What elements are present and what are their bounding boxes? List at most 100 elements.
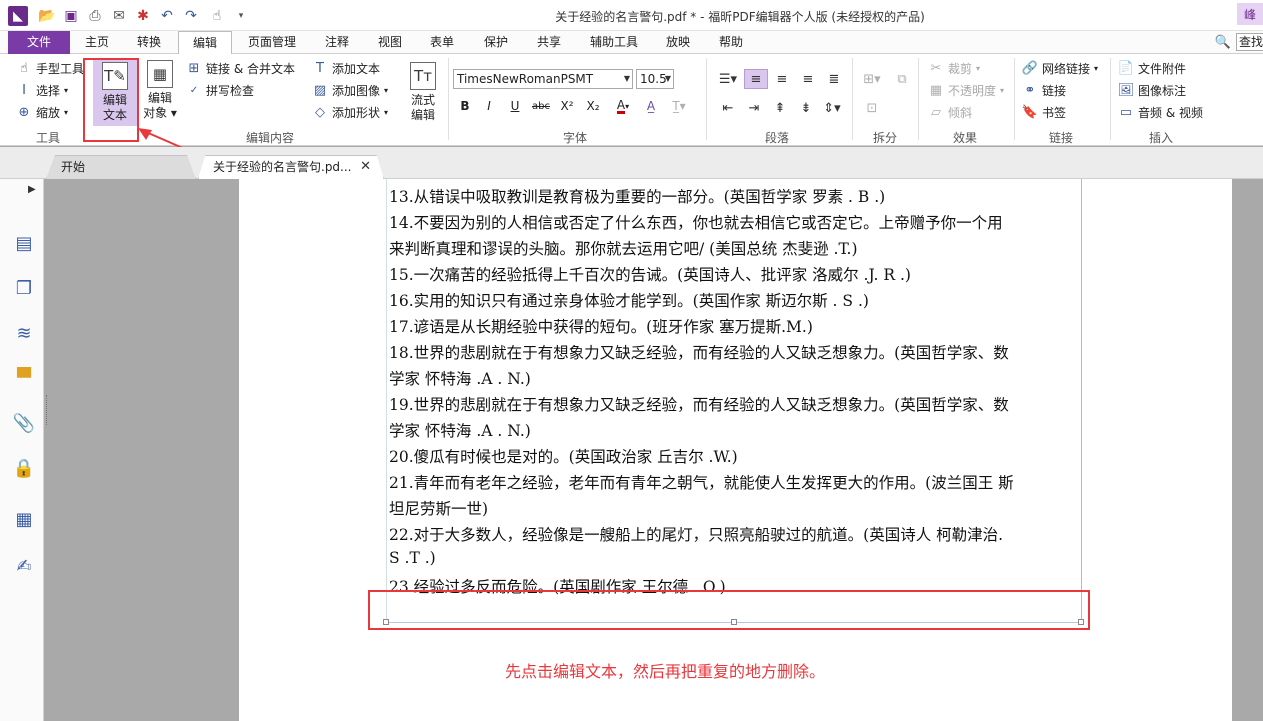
increase-indent-button[interactable]: ⇥: [742, 98, 766, 118]
bullet-list-button[interactable]: ☰▾: [716, 69, 740, 89]
thumbnails-icon[interactable]: ❐: [12, 276, 36, 300]
attachments-icon[interactable]: 📎: [12, 411, 36, 435]
tools-group-label: 工具: [35, 131, 60, 145]
decrease-indent-button[interactable]: ⇤: [716, 98, 740, 118]
comments-icon[interactable]: ▀: [12, 366, 36, 390]
doc-text-line[interactable]: 16.实用的知识只有通过亲身体验才能学到。(英国作家 斯迈尔斯 . S .): [389, 289, 869, 311]
doc-text-line[interactable]: 学家 怀特海 .A . N.): [389, 367, 531, 389]
justify-button[interactable]: ≣: [822, 69, 846, 89]
panel-splitter[interactable]: [46, 395, 49, 425]
font-name-select[interactable]: TimesNewRomanPSMT ▼: [453, 69, 633, 89]
flow-edit-button[interactable]: Tт 流式 编辑: [404, 62, 442, 123]
doc-text-line[interactable]: 17.谚语是从长期经验中获得的短句。(班牙作家 塞万提斯.M.): [389, 315, 813, 337]
spell-check-button[interactable]: ✓ 拼写检查: [186, 82, 254, 99]
character-spacing-button[interactable]: A̲: [640, 96, 662, 116]
hand-tool-button[interactable]: ☝ 手型工具: [16, 60, 84, 77]
doc-text-line[interactable]: 18.世界的悲剧就在于有想象力又缺乏经验，而有经验的人又缺乏想象力。(英国哲学家…: [389, 341, 1009, 363]
paragraph-spacing-after-button[interactable]: ⇟: [794, 98, 818, 118]
ribbon-separator: [1110, 58, 1111, 140]
image-annotation-button[interactable]: 🖼 图像标注: [1118, 82, 1186, 99]
zoom-tool-button[interactable]: ⊕ 缩放 ▾: [16, 104, 68, 121]
doc-text-line[interactable]: 15.一次痛苦的经验抵得上千百次的告诫。(英国诗人、批评家 洛威尔 .J. R …: [389, 263, 911, 285]
italic-button[interactable]: I: [478, 96, 500, 116]
user-badge[interactable]: 峰: [1237, 3, 1263, 25]
link-merge-text-button[interactable]: ⊞ 链接 & 合并文本: [186, 60, 295, 77]
edit-object-button[interactable]: ▦ 编辑 对象 ▾: [140, 60, 180, 121]
doc-text-line[interactable]: S .T .): [389, 549, 436, 567]
underline-button[interactable]: U: [504, 96, 526, 116]
undo-icon[interactable]: ↶: [158, 7, 176, 25]
web-link-button[interactable]: 🔗 网络链接 ▾: [1022, 60, 1098, 77]
tab-current-document[interactable]: 关于经验的名言警句.pd... ✕: [198, 155, 384, 179]
web-link-icon: 🔗: [1021, 61, 1039, 76]
layers-icon[interactable]: ≋: [12, 321, 36, 345]
open-folder-icon[interactable]: 📂: [38, 7, 56, 25]
tab-slideshow[interactable]: 放映: [656, 31, 700, 54]
tab-page-management[interactable]: 页面管理: [240, 31, 304, 54]
signature-icon[interactable]: ✍: [12, 554, 36, 578]
tab-comment[interactable]: 注释: [316, 31, 358, 54]
doc-text-line[interactable]: 来判断真理和谬误的头脑。那你就去运用它吧/ (美国总统 杰斐逊 .T.): [389, 237, 858, 259]
form-fields-icon[interactable]: ▦: [12, 507, 36, 531]
ribbon-separator: [1014, 58, 1015, 140]
print-icon[interactable]: ⎙: [86, 7, 104, 25]
align-left-button[interactable]: ≡: [744, 69, 768, 89]
bold-button[interactable]: B: [454, 96, 476, 116]
doc-text-line[interactable]: 21.青年而有老年之经验，老年而有青年之朝气，就能使人生发挥更大的作用。(波兰国…: [389, 471, 1014, 493]
doc-text-line[interactable]: 13.从错误中吸取教训是教育极为重要的一部分。(英国哲学家 罗素 . B .): [389, 185, 885, 207]
doc-text-line[interactable]: 学家 怀特海 .A . N.): [389, 419, 531, 441]
select-icon: Ⅰ: [22, 83, 26, 98]
ribbon-separator: [918, 58, 919, 140]
link-button[interactable]: ⚭ 链接: [1022, 82, 1066, 99]
tab-start[interactable]: 开始: [46, 155, 196, 179]
doc-text-line[interactable]: 14.不要因为别的人相信或否定了什么东西，你也就去相信它或否定它。上帝赠予你一个…: [389, 211, 1003, 233]
tab-form[interactable]: 表单: [420, 31, 464, 54]
audio-video-button[interactable]: ▭ 音频 & 视频: [1118, 104, 1203, 121]
strikethrough-button[interactable]: abc: [530, 96, 552, 116]
link-merge-icon: ⊞: [188, 61, 200, 76]
tab-protect[interactable]: 保护: [474, 31, 518, 54]
line-spacing-button[interactable]: ⇕▾: [820, 98, 844, 118]
font-color-button[interactable]: A ▾: [612, 96, 634, 116]
add-image-button[interactable]: ▨ 添加图像 ▾: [312, 82, 388, 99]
tab-share[interactable]: 共享: [526, 31, 572, 54]
file-attachment-button[interactable]: 📄 文件附件: [1118, 60, 1186, 77]
search-field[interactable]: 查找: [1236, 33, 1263, 51]
search-icon[interactable]: 🔍: [1214, 33, 1232, 51]
doc-text-line[interactable]: 坦尼劳斯一世): [389, 497, 488, 519]
font-size-select[interactable]: 10.5 ▼: [636, 69, 674, 89]
new-document-icon[interactable]: ✱: [134, 7, 152, 25]
expand-panel-icon[interactable]: ▶: [28, 184, 36, 195]
email-icon[interactable]: ✉: [110, 7, 128, 25]
tab-help[interactable]: 帮助: [708, 31, 754, 54]
paragraph-spacing-before-button[interactable]: ⇞: [768, 98, 792, 118]
doc-text-line[interactable]: 22.对于大多数人，经验像是一艘船上的尾灯，只照亮船驶过的航道。(英国诗人 柯勒…: [389, 523, 1003, 545]
align-center-button[interactable]: ≡: [770, 69, 794, 89]
select-tool-button[interactable]: Ⅰ 选择 ▾: [16, 82, 68, 99]
doc-text-line[interactable]: 20.傻瓜有时候也是对的。(英国政治家 丘吉尔 .W.): [389, 445, 738, 467]
subscript-button[interactable]: X₂: [582, 96, 604, 116]
save-icon[interactable]: ▣: [62, 7, 80, 25]
tab-convert[interactable]: 转换: [126, 31, 172, 54]
tab-home[interactable]: 主页: [76, 31, 118, 54]
hand-tool-icon[interactable]: ☝: [208, 7, 226, 25]
security-lock-icon[interactable]: 🔒: [12, 456, 36, 480]
doc-text-line[interactable]: 19.世界的悲剧就在于有想象力又缺乏经验，而有经验的人又缺乏想象力。(英国哲学家…: [389, 393, 1009, 415]
tab-file[interactable]: 文件: [8, 31, 70, 54]
tab-view[interactable]: 视图: [368, 31, 412, 54]
tab-edit[interactable]: 编辑: [178, 31, 232, 55]
app-logo[interactable]: ◣: [8, 6, 28, 26]
pages-icon[interactable]: ▤: [12, 231, 36, 255]
align-right-button[interactable]: ≡: [796, 69, 820, 89]
customize-dropdown-icon[interactable]: ▾: [232, 7, 250, 25]
add-text-button[interactable]: T 添加文本: [312, 60, 380, 77]
add-shape-button[interactable]: ◇ 添加形状 ▾: [312, 104, 388, 121]
bookmark-button[interactable]: 🔖 书签: [1022, 104, 1066, 121]
superscript-button[interactable]: X²: [556, 96, 578, 116]
ribbon-separator: [706, 58, 707, 140]
tab-accessibility[interactable]: 辅助工具: [584, 31, 644, 54]
redo-icon[interactable]: ↷: [182, 7, 200, 25]
ribbon-separator: [448, 58, 449, 140]
close-icon[interactable]: ✕: [360, 156, 371, 178]
font-group-label: 字体: [562, 131, 587, 145]
